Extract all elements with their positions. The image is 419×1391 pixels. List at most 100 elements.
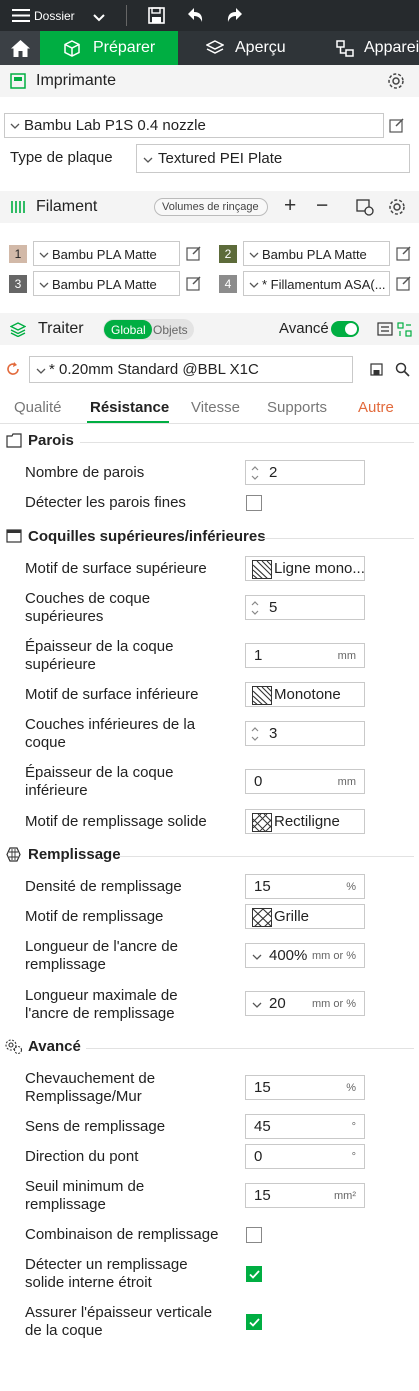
group-title-advanced: Avancé bbox=[28, 1038, 81, 1055]
anchor-length-combo[interactable]: 400% mm or % bbox=[245, 943, 365, 968]
thin-walls-checkbox[interactable] bbox=[246, 495, 262, 511]
advanced-label: Avancé bbox=[279, 320, 329, 337]
add-filament-button[interactable]: + bbox=[284, 194, 296, 218]
infill-pattern-select[interactable]: Grille bbox=[245, 904, 365, 929]
bottom-layers-label-line2: coque bbox=[25, 734, 66, 751]
infill-density-input[interactable]: 15 % bbox=[245, 874, 365, 899]
remove-filament-button[interactable]: − bbox=[316, 194, 328, 218]
tab-speed[interactable]: Vitesse bbox=[191, 399, 240, 416]
list-view-icon[interactable] bbox=[377, 322, 393, 336]
save-icon[interactable] bbox=[370, 363, 383, 376]
monotone-pattern-icon bbox=[252, 686, 272, 705]
bottom-layers-value: 3 bbox=[269, 725, 278, 742]
top-pattern-value: Ligne mono... bbox=[274, 560, 365, 577]
spinner-arrows-icon[interactable] bbox=[250, 725, 260, 743]
bottom-layers-spinner[interactable]: 3 bbox=[245, 721, 365, 746]
global-objects-toggle[interactable]: Global Objets bbox=[103, 319, 194, 340]
infill-density-label: Densité de remplissage bbox=[25, 878, 182, 895]
chevron-down-icon bbox=[39, 252, 49, 258]
sync-ams-icon[interactable] bbox=[356, 199, 374, 216]
top-thickness-value: 1 bbox=[254, 647, 263, 664]
bottom-pattern-select[interactable]: Monotone bbox=[245, 682, 365, 707]
save-icon[interactable] bbox=[148, 7, 165, 29]
edit-icon[interactable] bbox=[396, 275, 412, 291]
tab-preview[interactable]: Aperçu bbox=[178, 31, 318, 65]
bridge-direction-input[interactable]: 0 ° bbox=[245, 1144, 365, 1169]
filament-slot-number[interactable]: 1 bbox=[9, 245, 27, 263]
filament-slot-select[interactable]: Bambu PLA Matte bbox=[33, 271, 180, 296]
edit-icon[interactable] bbox=[389, 117, 405, 133]
filament-slot-number[interactable]: 3 bbox=[9, 275, 27, 293]
infill-direction-value: 45 bbox=[254, 1118, 271, 1135]
tab-device[interactable]: Appareil bbox=[318, 31, 419, 65]
combine-infill-checkbox[interactable] bbox=[246, 1227, 262, 1243]
group-title-infill: Remplissage bbox=[28, 846, 121, 863]
filament-slot-number[interactable]: 4 bbox=[219, 275, 237, 293]
printer-select[interactable]: Bambu Lab P1S 0.4 nozzle bbox=[4, 113, 384, 138]
tab-supports[interactable]: Supports bbox=[267, 399, 327, 416]
tab-others[interactable]: Autre bbox=[358, 399, 394, 416]
chevron-down-icon[interactable] bbox=[93, 10, 105, 28]
gear-icon[interactable] bbox=[387, 72, 405, 90]
wall-count-spinner[interactable]: 2 bbox=[245, 460, 365, 485]
reset-icon[interactable] bbox=[6, 362, 20, 376]
advanced-gears-icon bbox=[5, 1039, 23, 1055]
undo-icon[interactable] bbox=[186, 7, 204, 29]
hamburger-menu-icon[interactable] bbox=[12, 9, 30, 22]
filament-slot-select[interactable]: * Fillamentum ASA(... bbox=[243, 271, 390, 296]
bridge-direction-unit: ° bbox=[351, 1151, 356, 1163]
plate-type-select[interactable]: Textured PEI Plate bbox=[136, 144, 410, 173]
overlap-value: 15 bbox=[254, 1079, 271, 1096]
filament-slot-number[interactable]: 2 bbox=[219, 245, 237, 263]
flush-volumes-button[interactable]: Volumes de rinçage bbox=[154, 198, 268, 216]
anchor-max-label: Longueur maximale de l'ancre de remplissa… bbox=[25, 987, 178, 1023]
tab-prepare[interactable]: Préparer bbox=[40, 31, 178, 65]
file-menu[interactable]: Dossier bbox=[34, 9, 75, 23]
top-thickness-input[interactable]: 1 mm bbox=[245, 643, 365, 668]
solid-pattern-value: Rectiligne bbox=[274, 813, 340, 830]
vertical-shell-label-line2: de la coque bbox=[25, 1322, 103, 1339]
spinner-arrows-icon[interactable] bbox=[250, 599, 260, 617]
printer-section-header: Imprimante bbox=[0, 65, 419, 97]
chevron-down-icon[interactable] bbox=[252, 953, 262, 961]
search-icon[interactable] bbox=[395, 362, 410, 377]
plate-type-label: Type de plaque bbox=[10, 149, 113, 166]
bottom-thickness-value: 0 bbox=[254, 773, 263, 790]
solid-pattern-select[interactable]: Rectiligne bbox=[245, 809, 365, 834]
chevron-down-icon[interactable] bbox=[252, 1001, 262, 1009]
global-toggle-option[interactable]: Global bbox=[104, 320, 152, 339]
process-preset-select[interactable]: * 0.20mm Standard @BBL X1C bbox=[29, 356, 353, 383]
infill-pattern-value: Grille bbox=[274, 908, 310, 925]
home-button[interactable] bbox=[0, 31, 40, 65]
tab-strength[interactable]: Résistance bbox=[90, 399, 169, 416]
bottom-thickness-input[interactable]: 0 mm bbox=[245, 769, 365, 794]
infill-direction-input[interactable]: 45 ° bbox=[245, 1114, 365, 1139]
narrow-solid-checkbox[interactable] bbox=[246, 1266, 262, 1282]
check-icon bbox=[249, 1318, 260, 1327]
top-thickness-label-line2: supérieure bbox=[25, 656, 96, 673]
tabs-divider bbox=[0, 423, 419, 424]
top-layers-spinner[interactable]: 5 bbox=[245, 595, 365, 620]
gear-icon[interactable] bbox=[388, 198, 406, 216]
edit-icon[interactable] bbox=[186, 245, 202, 261]
compare-icon[interactable] bbox=[397, 322, 412, 337]
top-pattern-select[interactable]: Ligne mono... bbox=[245, 556, 365, 581]
anchor-max-combo[interactable]: 20 mm or % bbox=[245, 991, 365, 1016]
advanced-switch[interactable] bbox=[331, 321, 359, 337]
min-area-input[interactable]: 15 mm² bbox=[245, 1183, 365, 1208]
filament-slot-select[interactable]: Bambu PLA Matte bbox=[243, 241, 390, 266]
anchor-max-value: 20 bbox=[269, 995, 286, 1012]
infill-icon bbox=[6, 847, 21, 862]
overlap-input[interactable]: 15 % bbox=[245, 1075, 365, 1100]
min-area-unit: mm² bbox=[334, 1190, 356, 1202]
spinner-arrows-icon[interactable] bbox=[250, 464, 260, 482]
objects-toggle-label[interactable]: Objets bbox=[153, 323, 188, 337]
group-title-shells: Coquilles supérieures/inférieures bbox=[28, 528, 266, 545]
tab-quality[interactable]: Qualité bbox=[14, 399, 62, 416]
vertical-shell-checkbox[interactable] bbox=[246, 1314, 262, 1330]
redo-icon[interactable] bbox=[226, 7, 244, 29]
filament-slot-select[interactable]: Bambu PLA Matte bbox=[33, 241, 180, 266]
edit-icon[interactable] bbox=[396, 245, 412, 261]
walls-icon bbox=[6, 433, 22, 448]
edit-icon[interactable] bbox=[186, 275, 202, 291]
